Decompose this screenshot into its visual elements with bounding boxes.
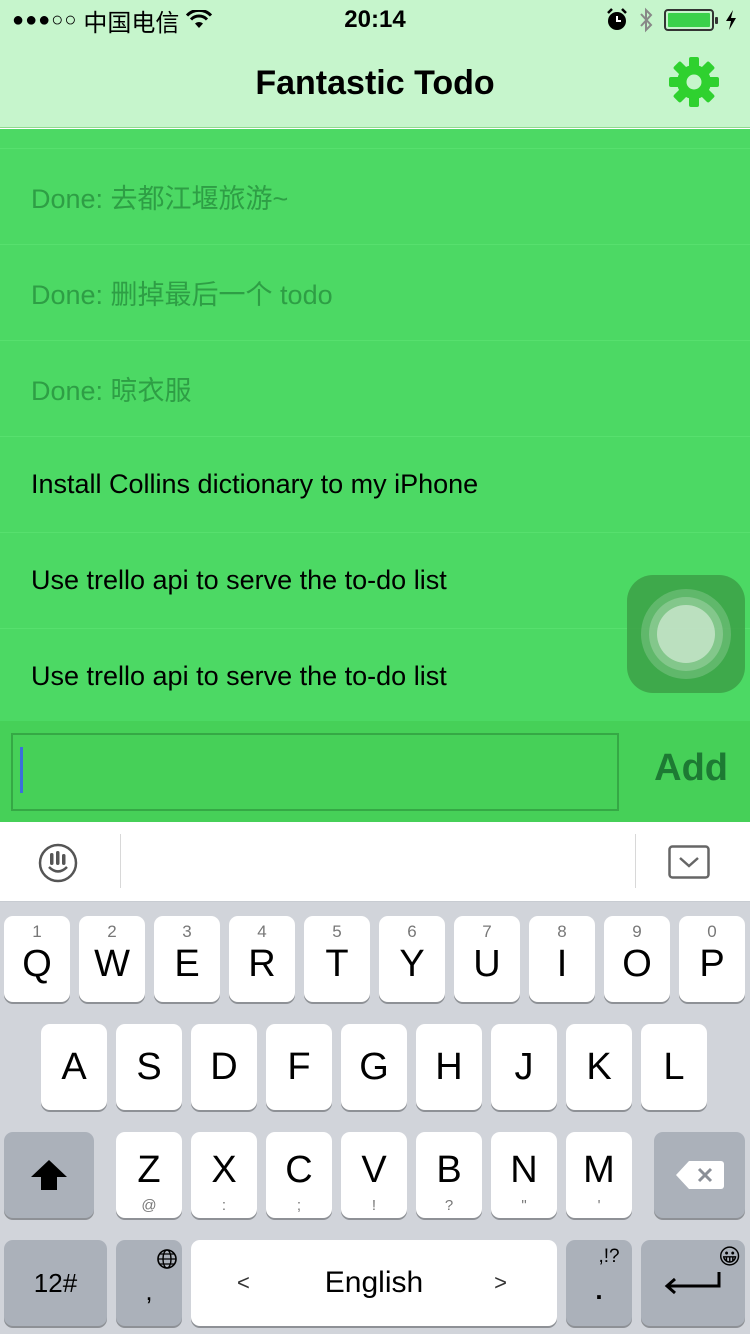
wifi-icon — [186, 10, 213, 28]
shift-icon — [31, 1160, 67, 1190]
key-q[interactable]: 1Q — [4, 916, 70, 1002]
add-button[interactable]: Add — [654, 747, 728, 790]
todo-item-done[interactable]: Done: 晾衣服 — [0, 341, 750, 437]
space-key[interactable]: < English > — [191, 1240, 557, 1326]
key-l[interactable]: L — [641, 1024, 707, 1110]
keyboard-logo-icon[interactable] — [38, 843, 78, 883]
shift-key[interactable] — [4, 1132, 94, 1218]
key-x[interactable]: X: — [191, 1132, 257, 1218]
key-h[interactable]: H — [416, 1024, 482, 1110]
bluetooth-icon — [640, 7, 653, 33]
alarm-icon — [607, 8, 627, 30]
nav-bar: Fantastic Todo — [0, 40, 750, 128]
todo-item-done[interactable]: Done: 删掉最后一个 todo — [0, 245, 750, 341]
backspace-icon — [675, 1161, 724, 1189]
assistive-touch-icon — [641, 589, 731, 679]
backspace-key[interactable] — [654, 1132, 745, 1218]
return-key[interactable]: 😀 — [641, 1240, 745, 1326]
return-icon — [664, 1272, 721, 1295]
emoji-icon[interactable]: 😀 — [718, 1244, 741, 1270]
page-title: Fantastic Todo — [255, 64, 495, 102]
key-i[interactable]: 8I — [529, 916, 595, 1002]
key-a[interactable]: A — [41, 1024, 107, 1110]
key-v[interactable]: V! — [341, 1132, 407, 1218]
text-caret — [20, 747, 23, 793]
key-z[interactable]: Z @ — [116, 1132, 182, 1218]
key-k[interactable]: K — [566, 1024, 632, 1110]
key-p[interactable]: 0P — [679, 916, 745, 1002]
new-todo-bar: Add — [0, 721, 750, 822]
key-u[interactable]: 7U — [454, 916, 520, 1002]
key-o[interactable]: 9O — [604, 916, 670, 1002]
key-n[interactable]: N " — [491, 1132, 557, 1218]
key-w[interactable]: 2W — [79, 916, 145, 1002]
status-left: ●●●○○ 中国电信 — [12, 3, 213, 38]
new-todo-input[interactable] — [11, 733, 619, 811]
key-t[interactable]: 5T — [304, 916, 370, 1002]
list-top-divider — [0, 129, 750, 149]
status-right — [606, 7, 738, 33]
key-m[interactable]: M ' — [566, 1132, 632, 1218]
globe-icon — [157, 1249, 177, 1269]
battery-icon — [664, 9, 718, 31]
key-g[interactable]: G — [341, 1024, 407, 1110]
punctuation-key[interactable]: ,!? . — [566, 1240, 632, 1326]
status-bar: ●●●○○ 中国电信 20:14 — [0, 0, 750, 40]
key-j[interactable]: J — [491, 1024, 557, 1110]
key-f[interactable]: F — [266, 1024, 332, 1110]
toolbar-divider — [635, 834, 636, 888]
assistive-touch-button[interactable] — [627, 575, 745, 693]
charging-icon — [726, 10, 736, 30]
key-r[interactable]: 4R — [229, 916, 295, 1002]
comma-globe-key[interactable]: , — [116, 1240, 182, 1326]
key-b[interactable]: B? — [416, 1132, 482, 1218]
carrier-name: 中国电信 — [83, 9, 180, 37]
hide-keyboard-icon[interactable] — [668, 845, 710, 879]
keyboard-toolbar — [0, 822, 750, 902]
key-y[interactable]: 6Y — [379, 916, 445, 1002]
todo-item-done[interactable]: Done: 去都江堰旅游~ — [0, 149, 750, 245]
key-d[interactable]: D — [191, 1024, 257, 1110]
todo-item[interactable]: Install Collins dictionary to my iPhone — [0, 437, 750, 533]
keyboard: 1Q 2W 3E 4R 5T 6Y 7U 8I 9O 0P A S D F G … — [0, 902, 750, 1334]
toolbar-divider — [120, 834, 121, 888]
key-e[interactable]: 3E — [154, 916, 220, 1002]
gear-icon[interactable] — [668, 56, 720, 108]
signal-strength: ●●●○○ — [12, 8, 78, 31]
key-c[interactable]: C; — [266, 1132, 332, 1218]
numbers-key[interactable]: 12# — [4, 1240, 107, 1326]
key-s[interactable]: S — [116, 1024, 182, 1110]
